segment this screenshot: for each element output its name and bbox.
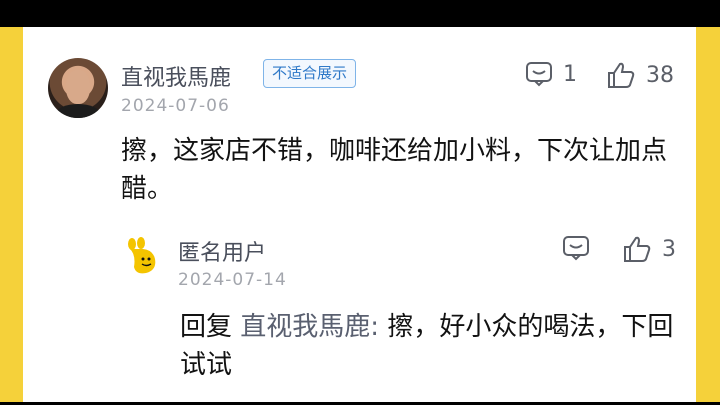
comment-username[interactable]: 直视我馬鹿 xyxy=(121,60,231,92)
content-warning-badge: 不适合展示 xyxy=(263,59,357,88)
reply-target-user[interactable]: 直视我馬鹿: xyxy=(240,312,379,342)
reply-text-block: 回复 直视我馬鹿: 擦，好小众的喝法，下回试试 xyxy=(180,308,680,384)
reply-like-count: 3 xyxy=(662,236,676,262)
reply-count: 1 xyxy=(563,61,577,87)
user-avatar[interactable] xyxy=(48,58,108,118)
comment-text: 擦，这家店不错，咖啡还给加小料，下次让加点醋。 xyxy=(121,136,668,204)
like-count: 38 xyxy=(646,62,674,88)
reply-username[interactable]: 匿名用户 xyxy=(178,235,266,267)
comment-like-action[interactable]: 38 xyxy=(606,60,674,90)
reply-comment-action[interactable] xyxy=(562,234,590,262)
comment-reply-action[interactable]: 1 xyxy=(525,60,577,88)
reply-date: 2024-07-14 xyxy=(178,270,287,290)
comment-bubble-icon xyxy=(563,236,589,261)
thumbs-up-icon xyxy=(608,62,635,88)
thumbs-up-icon xyxy=(624,236,651,262)
reply-like-action[interactable]: 3 xyxy=(622,234,676,264)
avatar-face xyxy=(66,70,90,104)
comment-date: 2024-07-06 xyxy=(121,96,230,116)
anonymous-yellow-character-icon[interactable] xyxy=(124,237,158,277)
comment-bubble-icon xyxy=(526,62,552,87)
avatar-shirt xyxy=(56,104,100,118)
reply-prefix: 回复 xyxy=(180,312,233,342)
